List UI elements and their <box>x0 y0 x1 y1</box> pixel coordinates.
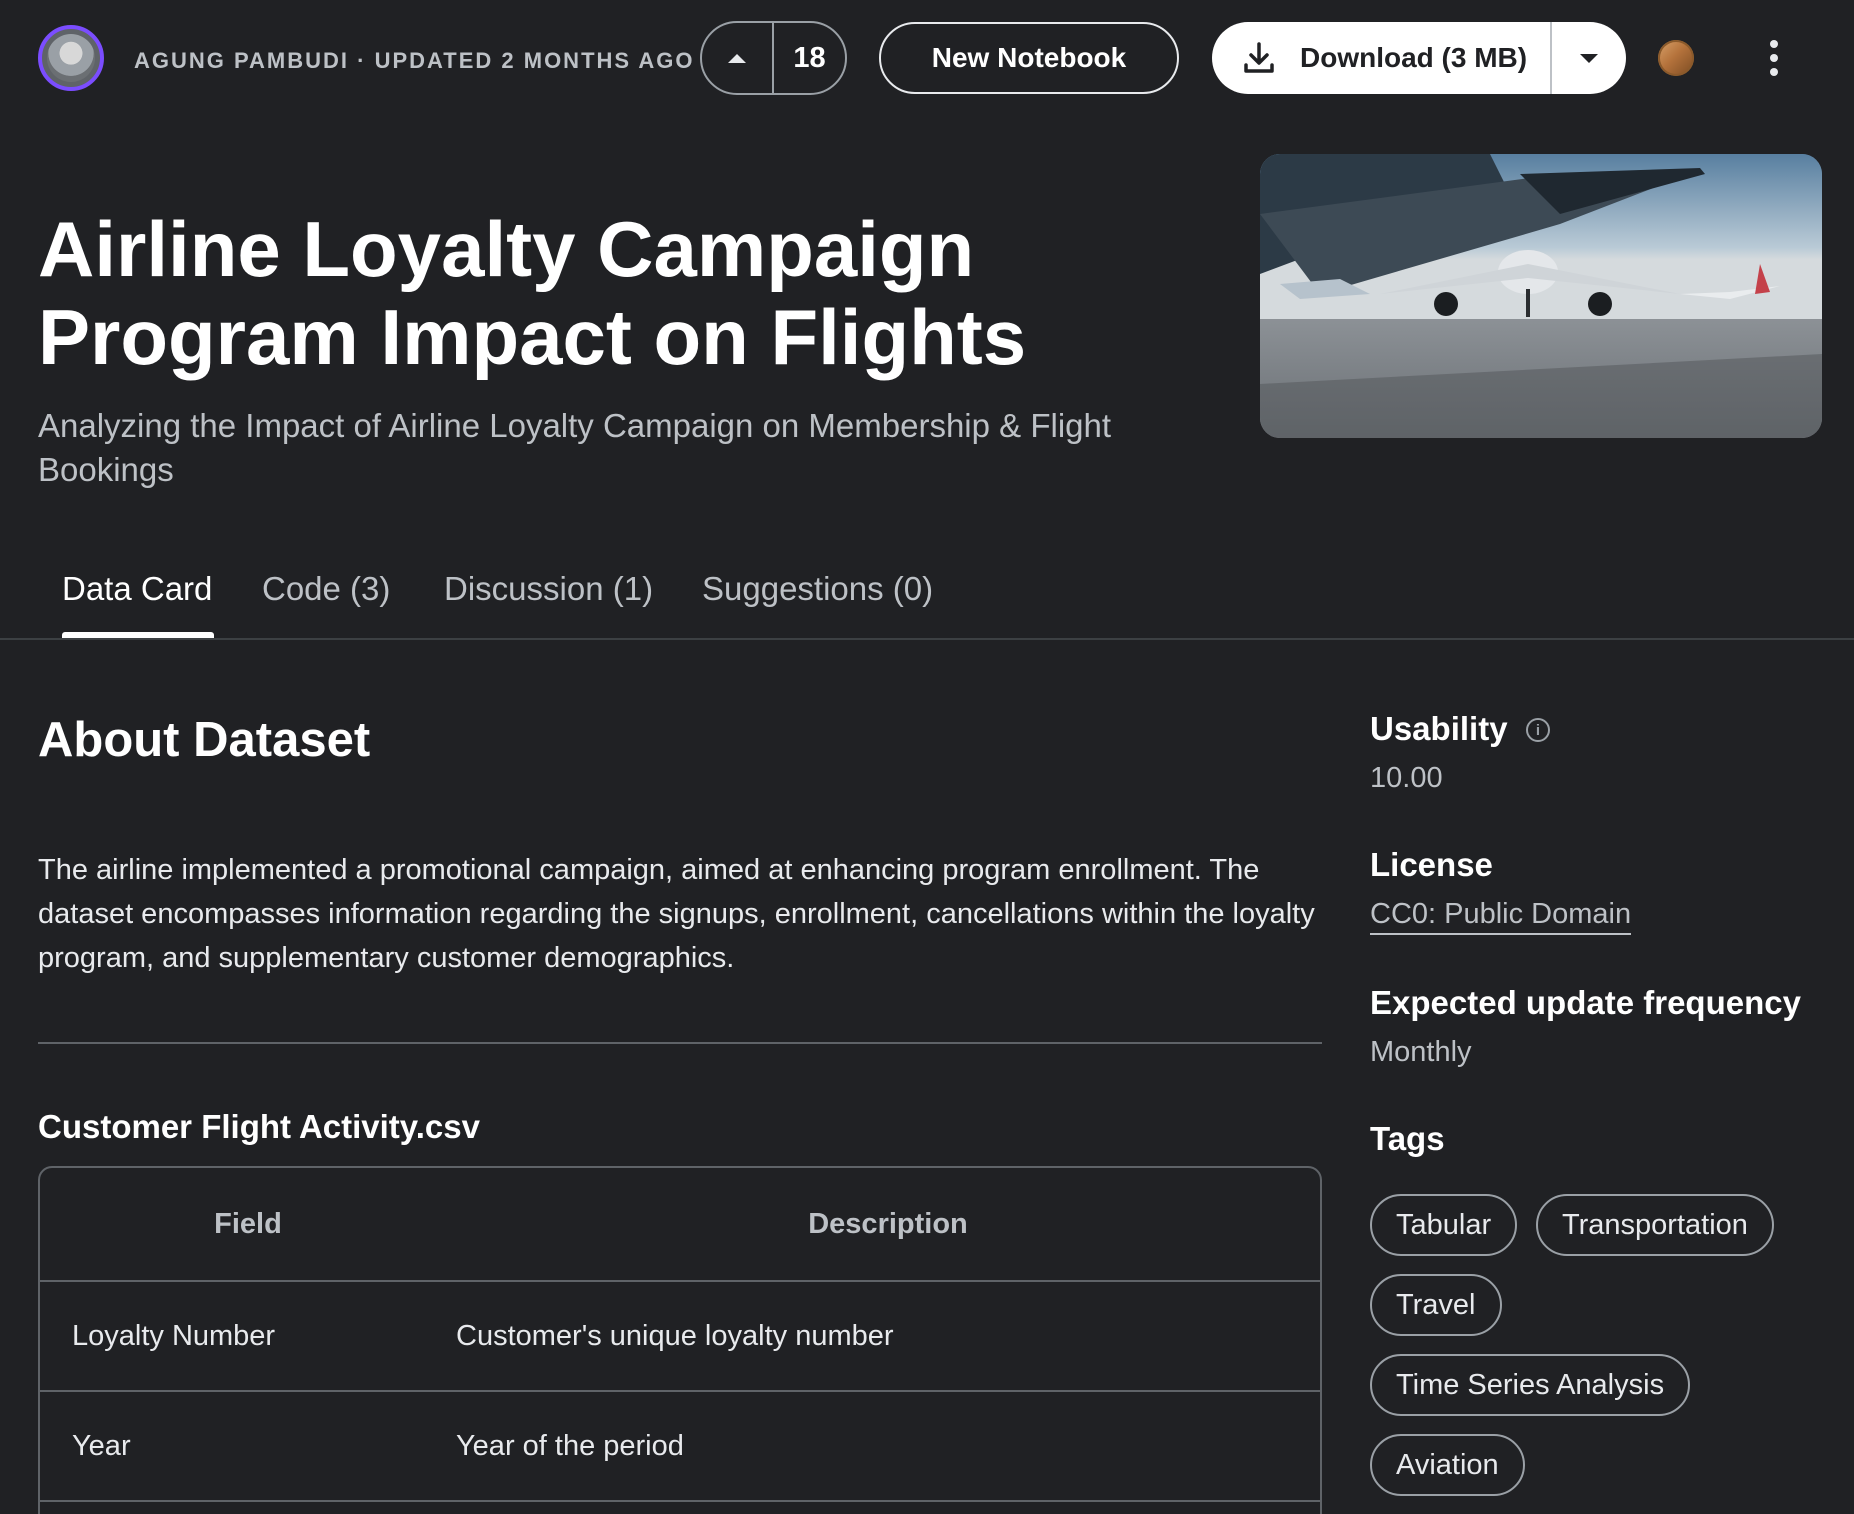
info-icon[interactable]: i <box>1526 718 1550 742</box>
table-cell-description: Customer's unique loyalty number <box>456 1319 894 1352</box>
download-label: Download (3 MB) <box>1300 42 1528 73</box>
author-avatar[interactable] <box>38 25 104 91</box>
update-frequency-value: Monthly <box>1370 1036 1472 1068</box>
tab-suggestions[interactable]: Suggestions (0) <box>702 570 933 608</box>
tags-label: Tags <box>1370 1120 1445 1157</box>
more-options-icon[interactable] <box>1760 36 1788 80</box>
column-header-field: Field <box>214 1207 282 1240</box>
vote-count[interactable]: 18 <box>774 23 845 93</box>
table-row: Year Year of the period <box>40 1392 1320 1502</box>
usability-value: 10.00 <box>1370 762 1443 794</box>
tag-time-series-analysis[interactable]: Time Series Analysis <box>1370 1354 1691 1416</box>
avatar-image <box>47 34 95 82</box>
table-header: Field Description <box>40 1168 1320 1282</box>
caret-up-icon <box>728 54 746 63</box>
tag-travel[interactable]: Travel <box>1370 1274 1502 1336</box>
update-frequency-label: Expected update frequency <box>1370 984 1801 1021</box>
tab-code[interactable]: Code (3) <box>262 570 390 608</box>
dataset-title: Airline Loyalty Campaign Program Impact … <box>38 205 1027 381</box>
download-icon <box>1244 42 1274 73</box>
airplane-illustration <box>1260 154 1822 438</box>
tab-data-card[interactable]: Data Card <box>62 570 212 608</box>
download-button-group: Download (3 MB) <box>1212 22 1626 94</box>
tag-aviation[interactable]: Aviation <box>1370 1434 1525 1496</box>
section-divider <box>38 1042 1322 1044</box>
dataset-page: AGUNG PAMBUDI · UPDATED 2 MONTHS AGO 18 … <box>0 0 1854 1514</box>
license-label: License <box>1370 846 1493 883</box>
upvote-control: 18 <box>700 21 847 95</box>
field-description-table: Field Description Loyalty Number Custome… <box>38 1166 1322 1514</box>
table-cell-field: Year <box>72 1429 131 1462</box>
tab-discussion[interactable]: Discussion (1) <box>444 570 653 608</box>
download-options-button[interactable] <box>1552 22 1626 94</box>
tab-bar: Data Card Code (3) Discussion (1) Sugges… <box>0 550 1854 640</box>
about-heading: About Dataset <box>38 713 371 767</box>
medal-icon[interactable] <box>1658 40 1694 76</box>
tag-tabular[interactable]: Tabular <box>1370 1194 1518 1256</box>
top-bar: AGUNG PAMBUDI · UPDATED 2 MONTHS AGO 18 … <box>0 0 1854 118</box>
table-row: Loyalty Number Customer's unique loyalty… <box>40 1282 1320 1392</box>
active-tab-indicator <box>62 632 214 638</box>
license-link[interactable]: CC0: Public Domain <box>1370 898 1632 935</box>
dataset-subtitle: Analyzing the Impact of Airline Loyalty … <box>38 407 1112 488</box>
tag-transportation[interactable]: Transportation <box>1536 1194 1774 1256</box>
table-cell-field: Loyalty Number <box>72 1319 276 1352</box>
dataset-cover-image <box>1260 154 1822 438</box>
chevron-down-icon <box>1580 54 1598 63</box>
download-button[interactable]: Download (3 MB) <box>1212 22 1552 94</box>
new-notebook-button[interactable]: New Notebook <box>879 22 1179 94</box>
table-cell-description: Year of the period <box>456 1429 684 1462</box>
file-name-heading: Customer Flight Activity.csv <box>38 1108 480 1145</box>
author-byline[interactable]: AGUNG PAMBUDI · UPDATED 2 MONTHS AGO <box>134 48 694 74</box>
usability-label: Usability <box>1370 710 1508 747</box>
about-description: The airline implemented a promotional ca… <box>38 854 1315 974</box>
upvote-button[interactable] <box>702 23 774 93</box>
column-header-description: Description <box>808 1207 968 1240</box>
